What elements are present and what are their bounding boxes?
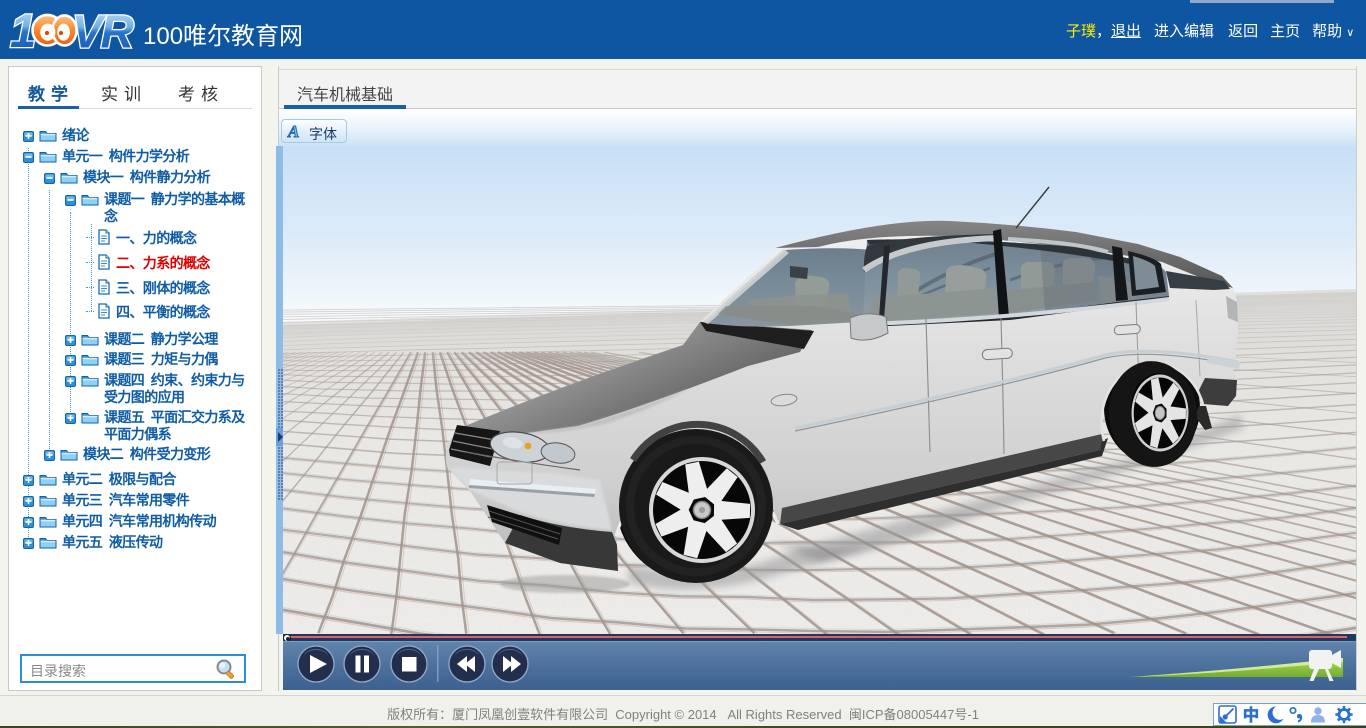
svg-text:A: A xyxy=(287,122,299,140)
svg-text:VR: VR xyxy=(72,6,134,55)
svg-text:中: 中 xyxy=(1243,706,1259,725)
